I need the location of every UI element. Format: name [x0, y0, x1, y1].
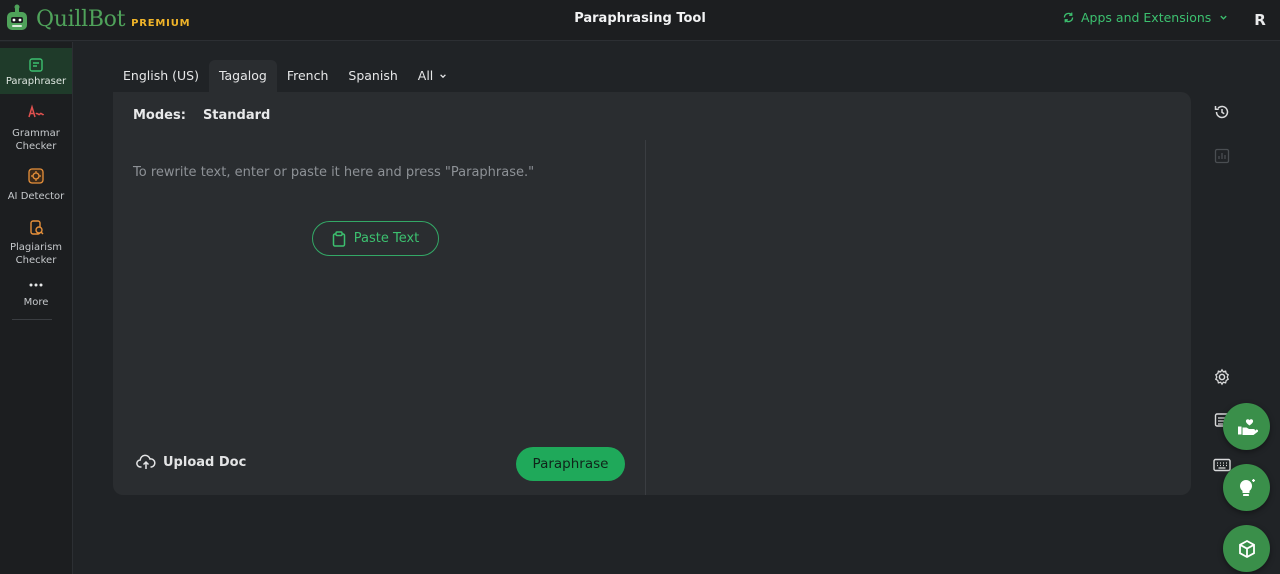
- sidebar-item-grammar-checker[interactable]: Grammar Checker: [0, 102, 72, 152]
- paste-text-label: Paste Text: [353, 231, 420, 246]
- sidebar-divider: [12, 319, 52, 320]
- paraphraser-icon: [0, 55, 72, 75]
- grammar-checker-icon: [0, 102, 72, 122]
- user-avatar[interactable]: R: [1248, 8, 1272, 32]
- sidebar-item-ai-detector[interactable]: AI Detector: [0, 166, 72, 206]
- input-placeholder[interactable]: To rewrite text, enter or paste it here …: [133, 165, 534, 180]
- tips-fab[interactable]: [1223, 464, 1270, 511]
- apps-and-extensions-label: Apps and Extensions: [1081, 10, 1212, 25]
- quillbot-logo-icon: [7, 4, 27, 30]
- modes-bar: Modes: Standard: [133, 108, 270, 123]
- paraphraser-card: Modes: Standard To rewrite text, enter o…: [113, 92, 1191, 495]
- mode-standard[interactable]: Standard: [203, 108, 270, 123]
- feedback-fab[interactable]: [1223, 403, 1270, 450]
- language-tabs: English (US) Tagalog French Spanish All: [113, 60, 457, 92]
- tab-french[interactable]: French: [277, 60, 339, 92]
- cube-icon: [1238, 539, 1255, 558]
- tab-spanish[interactable]: Spanish: [338, 60, 407, 92]
- tab-tagalog[interactable]: Tagalog: [208, 60, 277, 92]
- stats-icon[interactable]: [1212, 146, 1232, 166]
- sidebar: Paraphraser Grammar Checker AI Detector: [0, 42, 73, 574]
- sidebar-item-paraphraser[interactable]: Paraphraser: [0, 48, 72, 94]
- sidebar-item-more[interactable]: More: [0, 278, 72, 312]
- tab-english-us[interactable]: English (US): [113, 60, 209, 92]
- quillbot-logo[interactable]: QuillBot PREMIUM: [3, 4, 190, 34]
- sidebar-item-label: Plagiarism Checker: [9, 242, 63, 266]
- paste-text-button[interactable]: Paste Text: [312, 221, 439, 256]
- paraphrase-button[interactable]: Paraphrase: [516, 447, 625, 481]
- editor-divider: [645, 140, 646, 495]
- chevron-down-icon: [440, 74, 447, 79]
- clipboard-icon: [332, 230, 345, 247]
- sidebar-item-label: Grammar Checker: [12, 128, 60, 152]
- refresh-icon: [1063, 12, 1074, 23]
- cloud-upload-icon: [136, 454, 156, 469]
- upload-doc-label: Upload Doc: [163, 454, 247, 470]
- premium-badge: PREMIUM: [131, 17, 191, 29]
- apps-fab[interactable]: [1223, 525, 1270, 572]
- apps-and-extensions-button[interactable]: Apps and Extensions: [1062, 10, 1228, 25]
- tab-all-languages[interactable]: All: [408, 60, 457, 92]
- sidebar-item-label: More: [23, 297, 49, 308]
- ai-detector-icon: [0, 166, 72, 186]
- sidebar-item-label: Paraphraser: [5, 76, 67, 87]
- settings-icon[interactable]: [1212, 367, 1232, 387]
- chevron-down-icon: [1220, 15, 1227, 20]
- lightbulb-icon: [1239, 478, 1255, 496]
- modes-label: Modes:: [133, 108, 186, 123]
- history-icon[interactable]: [1212, 102, 1232, 122]
- sidebar-item-label: AI Detector: [7, 191, 65, 202]
- sidebar-item-plagiarism-checker[interactable]: Plagiarism Checker: [0, 218, 72, 268]
- hand-heart-icon: [1237, 418, 1258, 435]
- upload-doc-button[interactable]: Upload Doc: [136, 454, 246, 470]
- all-languages-label: All: [417, 68, 434, 83]
- top-bar: QuillBot PREMIUM Paraphrasing Tool Apps …: [0, 0, 1280, 41]
- plagiarism-checker-icon: [0, 218, 72, 238]
- more-dots-icon: [0, 278, 72, 292]
- brand-name: QuillBot: [36, 6, 126, 32]
